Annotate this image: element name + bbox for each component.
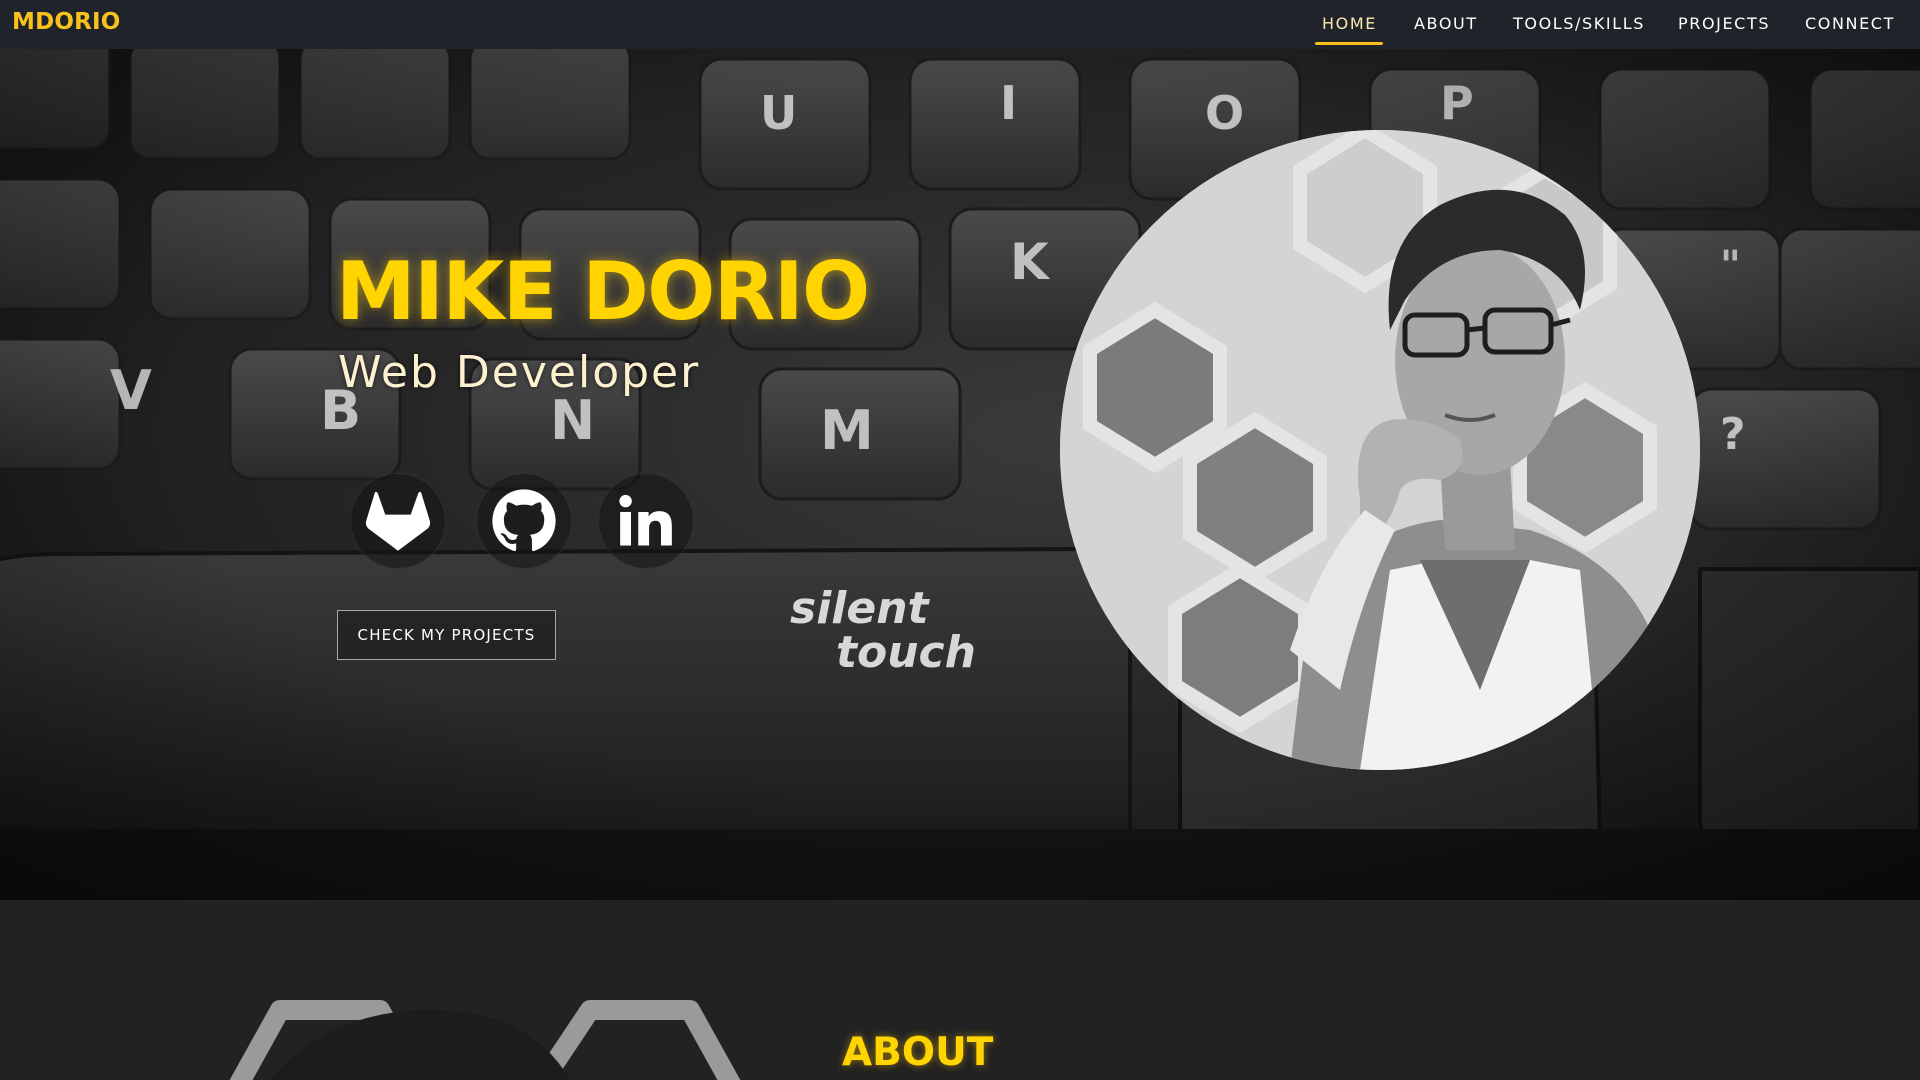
nav-link-home[interactable]: HOME (1322, 14, 1377, 33)
github-link[interactable] (476, 473, 572, 569)
nav-active-indicator (1315, 42, 1383, 45)
hero-section: U I O P K " V B N M ? silent touch MIKE … (0, 49, 1920, 900)
linkedin-link[interactable] (598, 473, 694, 569)
nav-link-about[interactable]: ABOUT (1414, 14, 1478, 33)
about-title: ABOUT (842, 1030, 994, 1075)
hero-role: Web Developer (338, 347, 701, 398)
nav-link-tools-skills[interactable]: TOOLS/SKILLS (1513, 14, 1645, 33)
hero-name: MIKE DORIO (336, 245, 870, 338)
linkedin-icon (619, 494, 672, 546)
gitlab-link[interactable] (350, 473, 446, 569)
gitlab-icon (365, 491, 431, 551)
about-photo (229, 1000, 741, 1080)
profile-photo (1060, 130, 1700, 770)
github-icon (492, 489, 556, 552)
nav-link-projects[interactable]: PROJECTS (1678, 14, 1770, 33)
brand-logo[interactable]: MDORIO (12, 9, 121, 35)
check-projects-button[interactable]: CHECK MY PROJECTS (337, 610, 556, 660)
navbar: MDORIO HOME ABOUT TOOLS/SKILLS PROJECTS … (0, 0, 1920, 49)
keyboard-brand-text: silent touch (790, 583, 976, 678)
about-section: ABOUT (0, 900, 1920, 1080)
nav-link-connect[interactable]: CONNECT (1805, 14, 1895, 33)
